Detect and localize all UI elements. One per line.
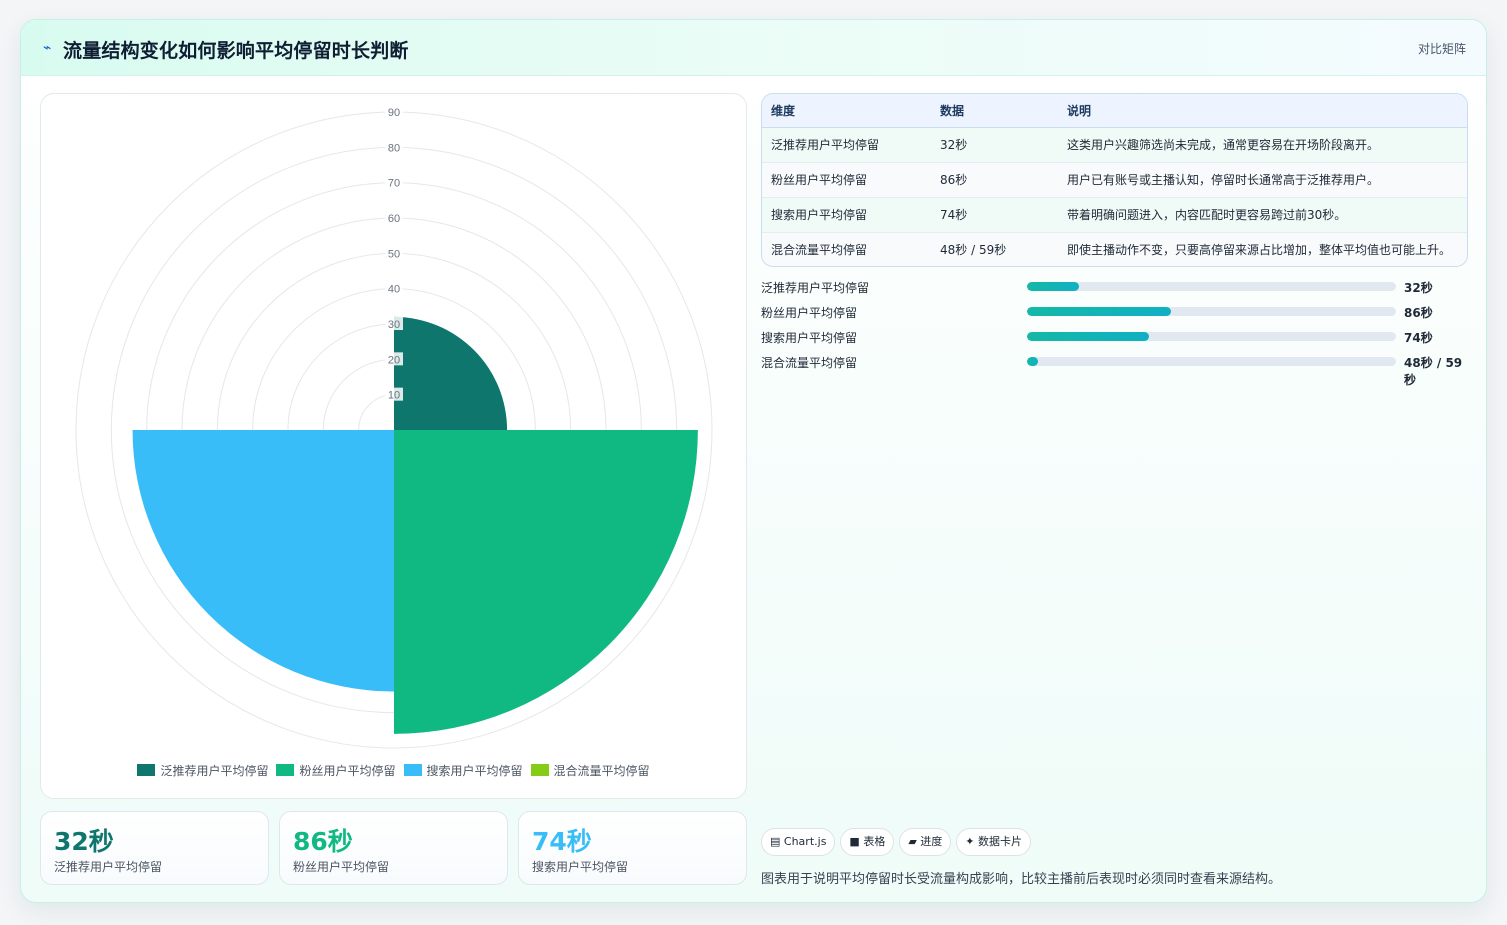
kpi-label: 搜索用户平均停留 [532,860,629,874]
kpi-value: 86秒 [293,827,353,856]
progress-fill [1027,332,1149,341]
cell-description: 带着明确问题进入，内容匹配时更容易跨过前30秒。 [1058,197,1467,233]
legend-swatch [530,764,549,776]
cell-description: 这类用户兴趣筛选尚未完成，通常更容易在开场阶段离开。 [1058,127,1467,163]
legend-label: 粉丝用户平均停留 [299,764,396,778]
chip-label: 进度 [920,835,943,848]
mode-label[interactable]: 对比矩阵 [1418,40,1466,57]
polar-wedge[interactable] [394,316,508,430]
progress-fill [1027,282,1079,291]
legend-label: 搜索用户平均停留 [426,764,523,778]
tech-chips: ▤ Chart.js ■ 表格 ▰ 进度 ✦ 数据卡片 [761,828,1036,856]
cell-value: 86秒 [931,162,1058,198]
table-row: 搜索用户平均停留 74秒 带着明确问题进入，内容匹配时更容易跨过前30秒。 [762,197,1467,233]
header: ⌁ 流量结构变化如何影响平均停留时长判断 对比矩阵 [21,20,1486,76]
chip-data-card[interactable]: ✦ 数据卡片 [956,828,1032,856]
table-row: 粉丝用户平均停留 86秒 用户已有账号或主播认知，停留时长通常高于泛推荐用户。 [762,162,1467,198]
table-header-row: 维度 数据 说明 [762,94,1467,128]
legend-item[interactable]: 混合流量平均停留 [530,762,650,779]
progress-value: 86秒 [1404,306,1433,320]
kpi-card: 74秒 搜索用户平均停留 [518,811,747,885]
progress-icon: ▰ [908,835,917,848]
kpi-value: 74秒 [532,827,592,856]
progress-list: 泛推荐用户平均停留 32秒 粉丝用户平均停留 86秒 搜索用户平均停留 74秒 … [761,277,1469,387]
r-tick-label: 50 [388,248,400,260]
footnote: 图表用于说明平均停留时长受流量构成影响，比较主播前后表现时必须同时查看来源结构。 [761,872,1282,887]
legend-swatch [276,764,295,776]
legend-label: 泛推荐用户平均停留 [160,764,269,778]
kpi-value: 32秒 [54,827,114,856]
table-row: 泛推荐用户平均停留 32秒 这类用户兴趣筛选尚未完成，通常更容易在开场阶段离开。 [762,127,1467,163]
cell-dimension: 粉丝用户平均停留 [762,162,931,198]
progress-track [1027,357,1396,366]
progress-row: 搜索用户平均停留 74秒 [761,327,1469,352]
kpi-label: 粉丝用户平均停留 [293,860,390,874]
legend-label: 混合流量平均停留 [553,764,650,778]
polar-wedge[interactable] [132,430,394,692]
trend-icon: ⌁ [43,40,52,56]
progress-row: 粉丝用户平均停留 86秒 [761,302,1469,327]
chip-label: 表格 [863,835,886,848]
kpi-card: 32秒 泛推荐用户平均停留 [40,811,269,885]
table-row: 混合流量平均停留 48秒 / 59秒 即使主播动作不变，只要高停留来源占比增加，… [762,232,1467,266]
chip-label: Chart.js [783,835,827,848]
chip-chartjs[interactable]: ▤ Chart.js [761,828,836,856]
legend-item[interactable]: 粉丝用户平均停留 [276,762,396,779]
progress-track [1027,332,1396,341]
card-icon: ✦ [965,835,975,848]
progress-label: 泛推荐用户平均停留 [761,281,870,295]
progress-fill [1027,307,1171,316]
data-table: 维度 数据 说明 泛推荐用户平均停留 32秒 这类用户兴趣筛选尚未完成，通常更容… [761,93,1468,267]
r-tick-label: 70 [388,178,400,190]
r-tick-label: 80 [388,142,400,154]
column-header: 数据 [931,94,1058,128]
table-icon: ■ [849,835,860,848]
progress-row: 泛推荐用户平均停留 32秒 [761,277,1469,302]
chart-panel: 10 20 30 40 50 60 70 80 90 泛推荐用户平均停留 粉丝用户平均停留 搜索用户… [40,93,747,799]
r-tick-label: 30 [388,319,400,331]
progress-value: 32秒 [1404,281,1433,295]
cell-dimension: 混合流量平均停留 [762,232,931,266]
progress-fill [1027,357,1039,366]
polar-wedge[interactable] [394,430,698,734]
page-title: 流量结构变化如何影响平均停留时长判断 [63,40,409,62]
progress-label: 搜索用户平均停留 [761,331,858,345]
cell-description: 即使主播动作不变，只要高停留来源占比增加，整体平均值也可能上升。 [1058,232,1467,266]
chart-icon: ▤ [770,835,781,848]
r-tick-label: 10 [388,390,400,402]
cell-value: 74秒 [931,197,1058,233]
r-tick-label: 60 [388,213,400,225]
kpi-card: 86秒 粉丝用户平均停留 [279,811,508,885]
chip-label: 数据卡片 [978,835,1023,848]
progress-value: 74秒 [1404,331,1433,345]
progress-row: 混合流量平均停留 48秒 / 59秒 [761,352,1469,387]
column-header: 维度 [762,94,931,128]
chip-progress[interactable]: ▰ 进度 [899,828,952,856]
progress-value: 48秒 / 59秒 [1404,356,1463,387]
progress-track [1027,282,1396,291]
progress-label: 粉丝用户平均停留 [761,306,858,320]
cell-value: 48秒 / 59秒 [931,232,1058,266]
r-tick-label: 90 [388,107,400,119]
progress-label: 混合流量平均停留 [761,356,858,370]
chart-legend: 泛推荐用户平均停留 粉丝用户平均停留 搜索用户平均停留 混合流量平均停留 [41,762,746,779]
cell-description: 用户已有账号或主播认知，停留时长通常高于泛推荐用户。 [1058,162,1467,198]
progress-track [1027,307,1396,316]
legend-item[interactable]: 泛推荐用户平均停留 [137,762,268,779]
kpi-label: 泛推荐用户平均停留 [54,860,163,874]
r-tick-label: 20 [388,354,400,366]
legend-swatch [137,764,156,776]
legend-item[interactable]: 搜索用户平均停留 [403,762,523,779]
cell-dimension: 泛推荐用户平均停留 [762,127,931,163]
chip-table[interactable]: ■ 表格 [840,828,895,856]
legend-swatch [403,764,422,776]
column-header: 说明 [1058,94,1467,128]
dashboard-card: ⌁ 流量结构变化如何影响平均停留时长判断 对比矩阵 10 20 30 40 50 60 70… [20,19,1487,903]
r-tick-label: 40 [388,284,400,296]
polar-area-chart: 10 20 30 40 50 60 70 80 90 [75,105,713,749]
cell-value: 32秒 [931,127,1058,163]
cell-dimension: 搜索用户平均停留 [762,197,931,233]
